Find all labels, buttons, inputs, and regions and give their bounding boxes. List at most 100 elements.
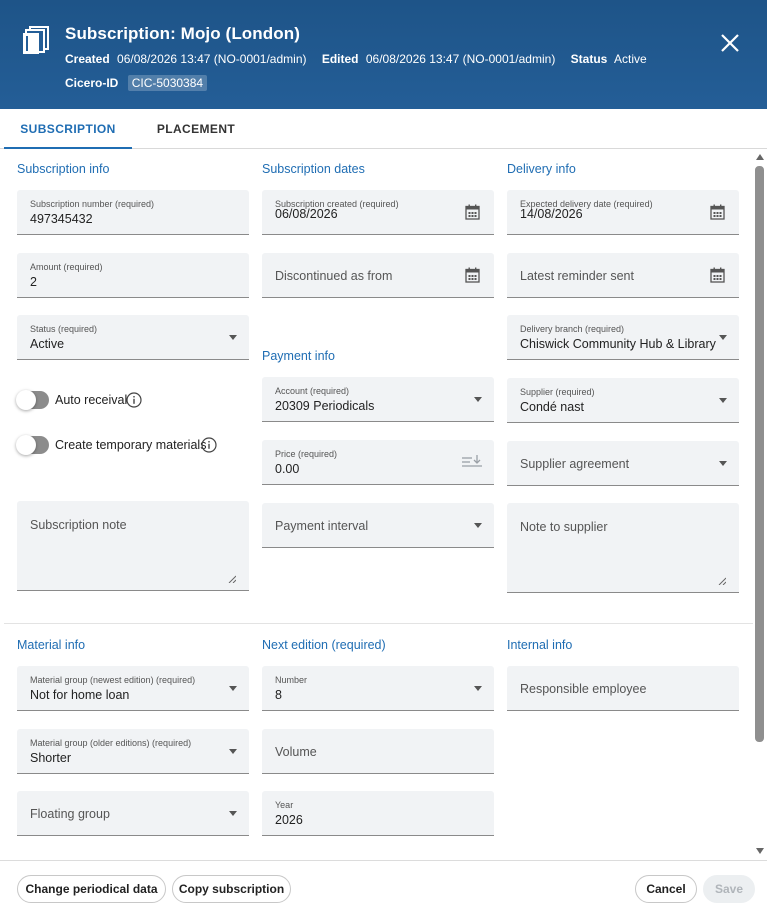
- caret-down-icon: [229, 811, 237, 816]
- field-value: Not for home loan: [30, 688, 130, 702]
- edited-label: Edited: [321, 52, 359, 66]
- heading-material-info: Material info: [17, 638, 86, 652]
- account-select[interactable]: Account (required) 20309 Periodicals: [262, 377, 494, 422]
- subscription-note-textarea[interactable]: Subscription note: [17, 501, 249, 591]
- stacked-documents-icon: [23, 26, 49, 54]
- floating-group-select[interactable]: Floating group: [17, 791, 249, 836]
- status-select[interactable]: Status (required) Active: [17, 315, 249, 360]
- caret-down-icon: [229, 749, 237, 754]
- field-placeholder: Note to supplier: [520, 520, 608, 534]
- calendar-icon[interactable]: [710, 267, 725, 283]
- field-placeholder: Latest reminder sent: [520, 269, 634, 283]
- section-divider: [4, 623, 753, 624]
- cancel-button[interactable]: Cancel: [635, 875, 697, 903]
- caret-down-icon: [229, 686, 237, 691]
- field-label: Account (required): [275, 386, 350, 396]
- auto-receival-label: Auto receival: [55, 393, 128, 407]
- dialog-header: Subscription: Mojo (London) Created 06/0…: [0, 0, 767, 109]
- payment-interval-select[interactable]: Payment interval: [262, 503, 494, 548]
- save-button[interactable]: Save: [703, 875, 755, 903]
- field-label: Material group (older editions) (require…: [30, 738, 192, 748]
- note-to-supplier-textarea[interactable]: Note to supplier: [507, 503, 739, 593]
- price-field[interactable]: Price (required) 0.00: [262, 440, 494, 485]
- caret-down-icon: [474, 523, 482, 528]
- resize-handle-icon[interactable]: [718, 577, 726, 585]
- volume-field[interactable]: Volume: [262, 729, 494, 774]
- field-placeholder: Responsible employee: [520, 682, 647, 696]
- field-label: Status (required): [30, 324, 98, 334]
- copy-subscription-button[interactable]: Copy subscription: [172, 875, 291, 903]
- field-value: 497345432: [30, 212, 93, 226]
- info-icon[interactable]: [201, 437, 217, 453]
- sort-descending-icon: [462, 455, 482, 467]
- field-label: Price (required): [275, 449, 338, 459]
- info-icon[interactable]: [126, 392, 142, 408]
- scrollbar-thumb[interactable]: [755, 166, 764, 742]
- meta-row: Created 06/08/2026 13:47 (NO-0001/admin)…: [65, 52, 659, 66]
- heading-payment-info: Payment info: [262, 349, 335, 363]
- field-value: Chiswick Community Hub & Library: [520, 337, 716, 351]
- calendar-icon[interactable]: [465, 267, 480, 283]
- create-temporary-materials-toggle[interactable]: [16, 435, 49, 455]
- supplier-select[interactable]: Supplier (required) Condé nast: [507, 378, 739, 423]
- close-icon[interactable]: [717, 30, 743, 56]
- change-periodical-data-button[interactable]: Change periodical data: [17, 875, 166, 903]
- subscription-created-field[interactable]: Subscription created (required) 06/08/20…: [262, 190, 494, 235]
- created-value: 06/08/2026 13:47 (NO-0001/admin): [117, 52, 307, 66]
- field-value: 2026: [275, 813, 303, 827]
- field-label: Number: [275, 675, 308, 685]
- field-placeholder: Supplier agreement: [520, 457, 630, 471]
- field-label: Delivery branch (required): [520, 324, 625, 334]
- cicero-id-value[interactable]: CIC-5030384: [127, 75, 208, 91]
- caret-down-icon: [474, 397, 482, 402]
- delivery-branch-select[interactable]: Delivery branch (required) Chiswick Comm…: [507, 315, 739, 360]
- field-placeholder: Floating group: [30, 807, 110, 821]
- field-value: 06/08/2026: [275, 207, 338, 221]
- latest-reminder-sent-field[interactable]: Latest reminder sent: [507, 253, 739, 298]
- resize-handle-icon[interactable]: [228, 575, 236, 583]
- discontinued-as-from-field[interactable]: Discontinued as from: [262, 253, 494, 298]
- supplier-agreement-select[interactable]: Supplier agreement: [507, 441, 739, 486]
- toggle-knob: [16, 390, 36, 410]
- field-placeholder: Subscription note: [30, 518, 127, 532]
- material-group-newest-select[interactable]: Material group (newest edition) (require…: [17, 666, 249, 711]
- heading-next-edition: Next edition (required): [262, 638, 386, 652]
- next-edition-number-select[interactable]: Number 8: [262, 666, 494, 711]
- scroll-down-arrow-icon[interactable]: [756, 848, 764, 854]
- calendar-icon[interactable]: [710, 204, 725, 220]
- tab-bar: SUBSCRIPTION PLACEMENT: [0, 109, 767, 149]
- material-group-older-select[interactable]: Material group (older editions) (require…: [17, 729, 249, 774]
- caret-down-icon: [719, 398, 727, 403]
- field-placeholder: Volume: [275, 745, 317, 759]
- field-value: 20309 Periodicals: [275, 399, 375, 413]
- caret-down-icon: [474, 686, 482, 691]
- created-label: Created: [65, 52, 110, 66]
- responsible-employee-field[interactable]: Responsible employee: [507, 666, 739, 711]
- field-value: 2: [30, 275, 37, 289]
- status-label: Status: [570, 52, 608, 66]
- dialog-title: Subscription: Mojo (London): [65, 24, 300, 43]
- field-value: 14/08/2026: [520, 207, 583, 221]
- field-placeholder: Discontinued as from: [275, 269, 393, 283]
- field-value: Active: [30, 337, 65, 351]
- amount-field[interactable]: Amount (required) 2: [17, 253, 249, 298]
- create-temporary-materials-label: Create temporary materials: [55, 438, 207, 452]
- caret-down-icon: [719, 461, 727, 466]
- field-label: Supplier (required): [520, 387, 595, 397]
- cicero-label: Cicero-ID: [65, 76, 119, 90]
- scroll-up-arrow-icon[interactable]: [756, 154, 764, 160]
- subscription-number-field[interactable]: Subscription number (required) 497345432: [17, 190, 249, 235]
- tab-subscription[interactable]: SUBSCRIPTION: [4, 109, 132, 149]
- field-value: Shorter: [30, 751, 71, 765]
- year-field[interactable]: Year 2026: [262, 791, 494, 836]
- toggle-knob: [16, 435, 36, 455]
- calendar-icon[interactable]: [465, 204, 480, 220]
- heading-subscription-dates: Subscription dates: [262, 162, 365, 176]
- auto-receival-toggle[interactable]: [16, 390, 49, 410]
- expected-delivery-date-field[interactable]: Expected delivery date (required) 14/08/…: [507, 190, 739, 235]
- status-value: Active: [614, 52, 647, 66]
- tab-placement[interactable]: PLACEMENT: [132, 109, 260, 149]
- field-value: 8: [275, 688, 282, 702]
- field-label: Year: [275, 800, 294, 810]
- field-value: Condé nast: [520, 400, 584, 414]
